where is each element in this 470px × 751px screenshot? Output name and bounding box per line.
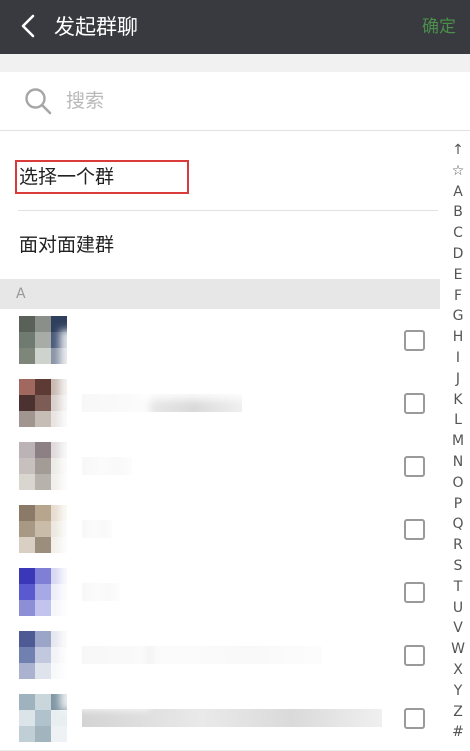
avatar — [19, 568, 67, 616]
search-bar[interactable]: 搜索 — [0, 72, 470, 131]
back-arrow-icon[interactable] — [14, 12, 42, 40]
index-letter[interactable]: P — [446, 494, 470, 514]
search-icon — [24, 87, 52, 115]
index-letter[interactable]: I — [446, 348, 470, 368]
index-letter[interactable]: Z — [446, 702, 470, 722]
index-letter[interactable]: A — [446, 182, 470, 202]
contact-row[interactable] — [0, 309, 440, 373]
search-input[interactable]: 搜索 — [66, 72, 104, 130]
section-header-a: A — [0, 279, 440, 309]
contact-name-blurred — [82, 394, 242, 412]
top-bar: 发起群聊 确定 — [0, 0, 470, 54]
index-letter[interactable]: ☆ — [446, 161, 470, 181]
index-letter[interactable]: S — [446, 556, 470, 576]
avatar — [19, 505, 67, 553]
index-letter[interactable]: W — [446, 639, 470, 659]
avatar — [19, 316, 67, 364]
contact-row[interactable] — [0, 498, 440, 562]
select-checkbox[interactable] — [404, 330, 425, 351]
select-checkbox[interactable] — [404, 645, 425, 666]
avatar — [19, 694, 67, 742]
confirm-button[interactable]: 确定 — [422, 0, 456, 54]
contact-row[interactable] — [0, 372, 440, 436]
index-letter[interactable]: D — [446, 244, 470, 264]
contact-name-blurred — [82, 646, 322, 664]
face-to-face-group-label: 面对面建群 — [19, 234, 115, 256]
contact-name-blurred — [82, 583, 120, 601]
contact-name-blurred — [82, 709, 382, 727]
select-group-option[interactable]: 选择一个群 — [0, 143, 440, 211]
index-letter[interactable]: O — [446, 473, 470, 493]
index-letter[interactable]: K — [446, 390, 470, 410]
select-checkbox[interactable] — [404, 393, 425, 414]
index-letter[interactable]: X — [446, 660, 470, 680]
contact-name-blurred — [82, 457, 132, 475]
index-letter[interactable]: U — [446, 598, 470, 618]
index-letter[interactable]: M — [446, 431, 470, 451]
select-checkbox[interactable] — [404, 708, 425, 729]
contact-row[interactable] — [0, 435, 440, 499]
index-letter[interactable]: ↑ — [446, 140, 470, 160]
index-letter[interactable]: L — [446, 410, 470, 430]
index-letter[interactable]: C — [446, 223, 470, 243]
avatar — [19, 442, 67, 490]
index-letter[interactable]: R — [446, 535, 470, 555]
select-checkbox[interactable] — [404, 519, 425, 540]
index-letter[interactable]: G — [446, 306, 470, 326]
face-to-face-group-option[interactable]: 面对面建群 — [0, 211, 440, 279]
select-checkbox[interactable] — [404, 456, 425, 477]
select-checkbox[interactable] — [404, 582, 425, 603]
alphabet-index[interactable]: ↑ ☆ A B C D E F G H I J K L M N O P Q R S T U V W X Y Z # — [446, 140, 470, 741]
index-letter[interactable]: F — [446, 286, 470, 306]
top-spacer — [0, 54, 470, 72]
contact-row[interactable] — [0, 624, 440, 688]
index-letter[interactable]: N — [446, 452, 470, 472]
contact-name-blurred — [82, 520, 112, 538]
contact-row[interactable] — [0, 561, 440, 625]
contact-row[interactable] — [0, 687, 440, 751]
avatar — [19, 631, 67, 679]
index-letter[interactable]: B — [446, 202, 470, 222]
index-letter[interactable]: J — [446, 369, 470, 389]
avatar — [19, 379, 67, 427]
index-letter[interactable]: V — [446, 618, 470, 638]
index-letter[interactable]: Y — [446, 681, 470, 701]
index-letter[interactable]: # — [446, 722, 470, 742]
page-title: 发起群聊 — [54, 15, 138, 39]
section-letter: A — [16, 286, 26, 302]
index-letter[interactable]: E — [446, 265, 470, 285]
index-letter[interactable]: H — [446, 327, 470, 347]
index-letter[interactable]: T — [446, 577, 470, 597]
index-letter[interactable]: Q — [446, 514, 470, 534]
select-group-label: 选择一个群 — [19, 166, 115, 188]
